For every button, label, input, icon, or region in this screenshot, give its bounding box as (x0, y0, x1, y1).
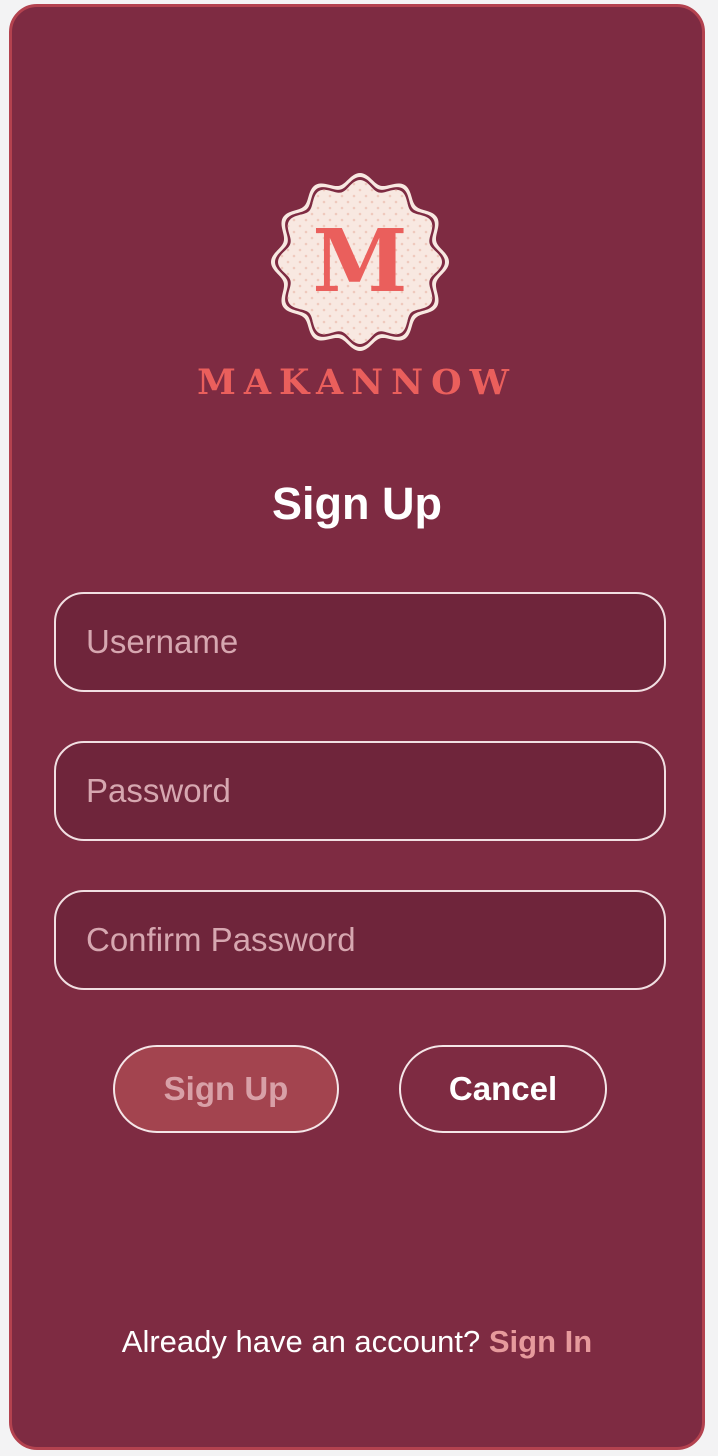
signup-card: M MAKANNOW Sign Up Sign Up Cancel Alread… (9, 4, 705, 1450)
logo-badge-icon: M (271, 173, 449, 351)
password-input[interactable] (54, 741, 666, 841)
brand-wordmark: MAKANNOW (197, 362, 517, 403)
logo-monogram: M (312, 211, 407, 312)
signin-prompt: Already have an account? Sign In (12, 1322, 702, 1362)
page-title: Sign Up (272, 478, 442, 529)
signup-button[interactable]: Sign Up (113, 1045, 339, 1133)
signin-link[interactable]: Sign In (489, 1324, 592, 1359)
signin-prompt-text: Already have an account? (121, 1324, 489, 1359)
brand-logo: M MAKANNOW (12, 169, 702, 409)
username-input[interactable] (54, 592, 666, 692)
cancel-button[interactable]: Cancel (399, 1045, 607, 1133)
confirm-password-input[interactable] (54, 890, 666, 990)
